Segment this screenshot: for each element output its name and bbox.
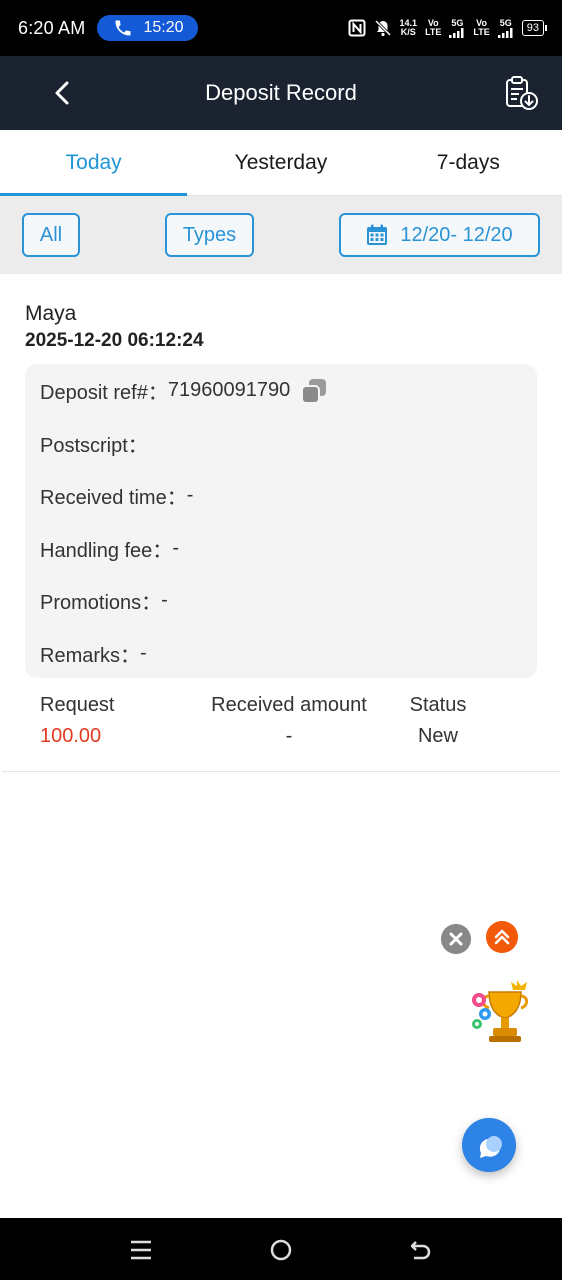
postscript-label: Postscript：	[40, 435, 148, 457]
handling-fee-label: Handling fee：	[40, 540, 173, 562]
sim2-volte: Vo LTE	[473, 19, 489, 37]
nfc-icon	[348, 19, 366, 37]
chevron-left-icon[interactable]	[48, 78, 76, 108]
received-time-label: Received time：	[40, 487, 187, 509]
deposit-record-card[interactable]: Maya 2025-12-20 06:12:24 Deposit ref#： 7…	[2, 274, 560, 772]
deposit-ref-label: Deposit ref#：	[40, 382, 168, 404]
request-value: 100.00	[40, 725, 102, 747]
signal-icon	[497, 27, 513, 38]
deposit-ref-value: 71960091790	[167, 379, 291, 401]
status-bar: 6:20 AM 15:20 14.1 K/S Vo LTE 5G Vo LTE …	[0, 0, 562, 56]
types-filter-label: Types	[182, 223, 237, 246]
sim1-gen: 5G	[451, 17, 464, 28]
double-chevron-up-icon[interactable]	[486, 921, 518, 953]
received-time-row: Received time： -	[40, 481, 193, 510]
promotions-label: Promotions：	[40, 592, 162, 614]
status-icons: 14.1 K/S Vo LTE 5G Vo LTE 5G 93	[348, 17, 548, 38]
sim1-volte: Vo LTE	[425, 19, 441, 37]
types-filter-button[interactable]: Types	[165, 213, 254, 257]
calendar-icon	[367, 224, 388, 245]
battery-icon: 93	[521, 20, 548, 36]
status-time: 6:20 AM	[18, 17, 86, 38]
close-icon[interactable]	[441, 924, 471, 954]
date-range-button[interactable]: 12/20- 12/20	[339, 213, 540, 257]
clipboard-download-icon[interactable]	[502, 74, 540, 112]
all-filter-button[interactable]: All	[22, 213, 80, 257]
tab-7-days[interactable]: 7-days	[375, 130, 562, 195]
promotions-value: -	[161, 589, 168, 611]
ongoing-call-pill[interactable]: 15:20	[97, 15, 198, 41]
chat-bubble-icon[interactable]	[462, 1118, 516, 1172]
sim2-volte-bottom: LTE	[473, 27, 490, 37]
amount-summary: Request 100.00 Received amount - Status …	[2, 694, 560, 754]
menu-icon[interactable]	[127, 1236, 155, 1264]
sim1-signal: 5G	[449, 17, 465, 38]
signal-icon	[449, 27, 464, 38]
phone-icon	[115, 20, 131, 36]
sim1-volte-bottom: LTE	[425, 27, 442, 37]
home-icon[interactable]	[267, 1236, 295, 1264]
trophy-icon[interactable]	[467, 974, 533, 1048]
promotions-row: Promotions： -	[40, 586, 168, 615]
received-time-value: -	[186, 484, 194, 506]
remarks-label: Remarks：	[40, 645, 141, 667]
call-timer: 15:20	[143, 19, 184, 36]
bell-off-icon	[374, 19, 391, 37]
status-column: Status New	[402, 694, 474, 748]
tab-yesterday[interactable]: Yesterday	[187, 130, 374, 195]
handling-fee-row: Handling fee： -	[40, 534, 179, 563]
net-speed-unit: K/S	[400, 27, 416, 37]
received-amount-value: -	[285, 725, 293, 747]
postscript-row: Postscript：	[40, 429, 148, 458]
all-filter-label: All	[39, 223, 63, 246]
date-range-label: 12/20- 12/20	[400, 223, 513, 246]
status-label: Status	[409, 694, 467, 716]
remarks-value: -	[140, 642, 147, 664]
system-navigation-bar	[0, 1218, 562, 1280]
battery-level: 93	[526, 22, 539, 34]
tab-today[interactable]: Today	[0, 130, 188, 196]
sim2-gen: 5G	[499, 17, 512, 28]
record-details: Deposit ref#： 71960091790 Postscript： Re…	[25, 364, 537, 678]
copy-icon[interactable]	[300, 377, 328, 405]
status-value: New	[417, 725, 458, 747]
received-amount-column: Received amount -	[202, 694, 376, 748]
back-icon[interactable]	[407, 1236, 435, 1264]
filter-bar: All Types 12/20- 12/20	[0, 196, 562, 274]
date-tabs: Today Yesterday 7-days	[0, 130, 562, 196]
deposit-ref-row: Deposit ref#： 71960091790	[40, 376, 328, 405]
payment-method: Maya	[25, 302, 77, 325]
sim2-signal: 5G	[497, 17, 514, 38]
app-header: Deposit Record	[0, 56, 562, 130]
page-title: Deposit Record	[205, 80, 357, 105]
remarks-row: Remarks： -	[40, 639, 147, 668]
received-amount-label: Received amount	[211, 694, 367, 716]
net-speed: 14.1 K/S	[400, 19, 418, 37]
request-column: Request 100.00	[40, 694, 115, 748]
record-datetime: 2025-12-20 06:12:24	[25, 330, 204, 351]
handling-fee-value: -	[172, 537, 179, 559]
request-label: Request	[40, 694, 115, 716]
